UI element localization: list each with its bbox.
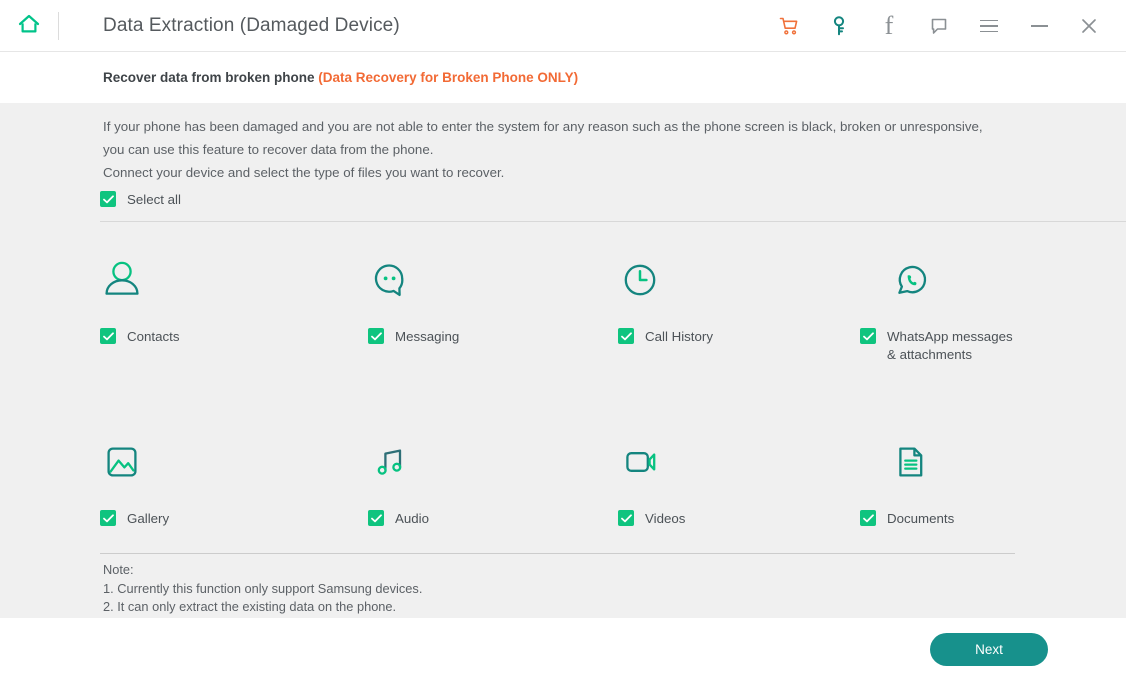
page-subheader: Recover data from broken phone (Data Rec… bbox=[0, 52, 1126, 103]
note-heading: Note: bbox=[103, 562, 134, 577]
description-paragraph: If your phone has been damaged and you a… bbox=[103, 115, 1003, 161]
documents-checkbox[interactable] bbox=[860, 510, 876, 526]
gallery-checkbox[interactable] bbox=[100, 510, 116, 526]
call-history-checkbox[interactable] bbox=[618, 328, 634, 344]
content-area: If your phone has been damaged and you a… bbox=[0, 103, 1126, 618]
file-type-messaging-option[interactable]: Messaging bbox=[368, 328, 618, 346]
whatsapp-label: WhatsApp messages & attachments bbox=[887, 329, 1013, 362]
note-divider bbox=[100, 553, 1015, 554]
documents-label: Documents bbox=[887, 511, 955, 526]
videos-checkbox[interactable] bbox=[618, 510, 634, 526]
cart-icon[interactable] bbox=[764, 0, 814, 52]
facebook-icon[interactable]: f bbox=[864, 0, 914, 52]
titlebar-actions: f bbox=[764, 0, 1126, 52]
gallery-label: Gallery bbox=[127, 511, 170, 526]
file-type-call-history[interactable]: Call History bbox=[618, 258, 868, 346]
videos-label: Videos bbox=[645, 511, 686, 526]
contact-icon bbox=[100, 258, 350, 314]
file-type-audio[interactable]: Audio bbox=[368, 440, 618, 528]
audio-checkbox[interactable] bbox=[368, 510, 384, 526]
file-type-call-history-option[interactable]: Call History bbox=[618, 328, 868, 346]
image-icon bbox=[100, 440, 350, 496]
note-block: Note: 1. Currently this function only su… bbox=[103, 561, 422, 617]
video-icon bbox=[618, 440, 868, 496]
clock-icon bbox=[618, 258, 868, 314]
select-all-checkbox[interactable] bbox=[100, 191, 116, 207]
close-icon[interactable] bbox=[1064, 0, 1114, 52]
note-line-1: 1. Currently this function only support … bbox=[103, 580, 423, 596]
file-type-audio-option[interactable]: Audio bbox=[368, 510, 618, 528]
file-type-whatsapp[interactable]: WhatsApp messages & attachments bbox=[860, 258, 1110, 364]
contacts-label: Contacts bbox=[127, 329, 180, 344]
title-bar: Data Extraction (Damaged Device) f bbox=[0, 0, 1126, 52]
file-type-documents[interactable]: Documents bbox=[860, 440, 1110, 528]
file-type-contacts-option[interactable]: Contacts bbox=[100, 328, 350, 346]
home-icon bbox=[16, 12, 42, 41]
home-button[interactable] bbox=[0, 0, 58, 52]
page-title-main: Recover data from broken phone bbox=[103, 70, 319, 85]
file-type-row-1: Contacts Messaging Call History WhatsApp… bbox=[0, 258, 1126, 440]
minimize-line bbox=[1030, 25, 1048, 27]
title-divider bbox=[58, 12, 59, 40]
menu-icon[interactable] bbox=[964, 0, 1014, 52]
key-icon[interactable] bbox=[814, 0, 864, 52]
file-type-videos-option[interactable]: Videos bbox=[618, 510, 868, 528]
music-icon bbox=[368, 440, 618, 496]
hamburger-lines bbox=[980, 19, 998, 33]
messaging-label: Messaging bbox=[395, 329, 460, 344]
next-button[interactable]: Next bbox=[930, 633, 1048, 666]
footer-bar: Next bbox=[0, 618, 1126, 673]
call-history-label: Call History bbox=[645, 329, 713, 344]
page-title-accent: (Data Recovery for Broken Phone ONLY) bbox=[318, 70, 579, 85]
page-title: Recover data from broken phone (Data Rec… bbox=[103, 70, 578, 85]
file-type-gallery-option[interactable]: Gallery bbox=[100, 510, 350, 528]
whatsapp-checkbox[interactable] bbox=[860, 328, 876, 344]
audio-label: Audio bbox=[395, 511, 430, 526]
messaging-checkbox[interactable] bbox=[368, 328, 384, 344]
file-type-contacts[interactable]: Contacts bbox=[100, 258, 350, 346]
message-icon bbox=[368, 258, 618, 314]
document-icon bbox=[860, 440, 1110, 496]
description-line-1: If your phone has been damaged and you a… bbox=[103, 119, 983, 134]
select-all-divider bbox=[100, 221, 1126, 222]
select-all-row[interactable]: Select all bbox=[100, 191, 181, 207]
note-line-2: 2. It can only extract the existing data… bbox=[103, 599, 397, 614]
contacts-checkbox[interactable] bbox=[100, 328, 116, 344]
file-type-whatsapp-option[interactable]: WhatsApp messages & attachments bbox=[860, 328, 1110, 364]
file-type-videos[interactable]: Videos bbox=[618, 440, 868, 528]
whatsapp-icon bbox=[860, 258, 1110, 314]
description-line-2: you can use this feature to recover data… bbox=[103, 142, 434, 157]
file-type-gallery[interactable]: Gallery bbox=[100, 440, 350, 528]
instruction-paragraph: Connect your device and select the type … bbox=[103, 165, 505, 180]
window-title: Data Extraction (Damaged Device) bbox=[103, 15, 400, 36]
select-all-label: Select all bbox=[127, 191, 181, 207]
file-type-documents-option[interactable]: Documents bbox=[860, 510, 1110, 528]
feedback-icon[interactable] bbox=[914, 0, 964, 52]
file-type-messaging[interactable]: Messaging bbox=[368, 258, 618, 346]
minimize-icon[interactable] bbox=[1014, 0, 1064, 52]
